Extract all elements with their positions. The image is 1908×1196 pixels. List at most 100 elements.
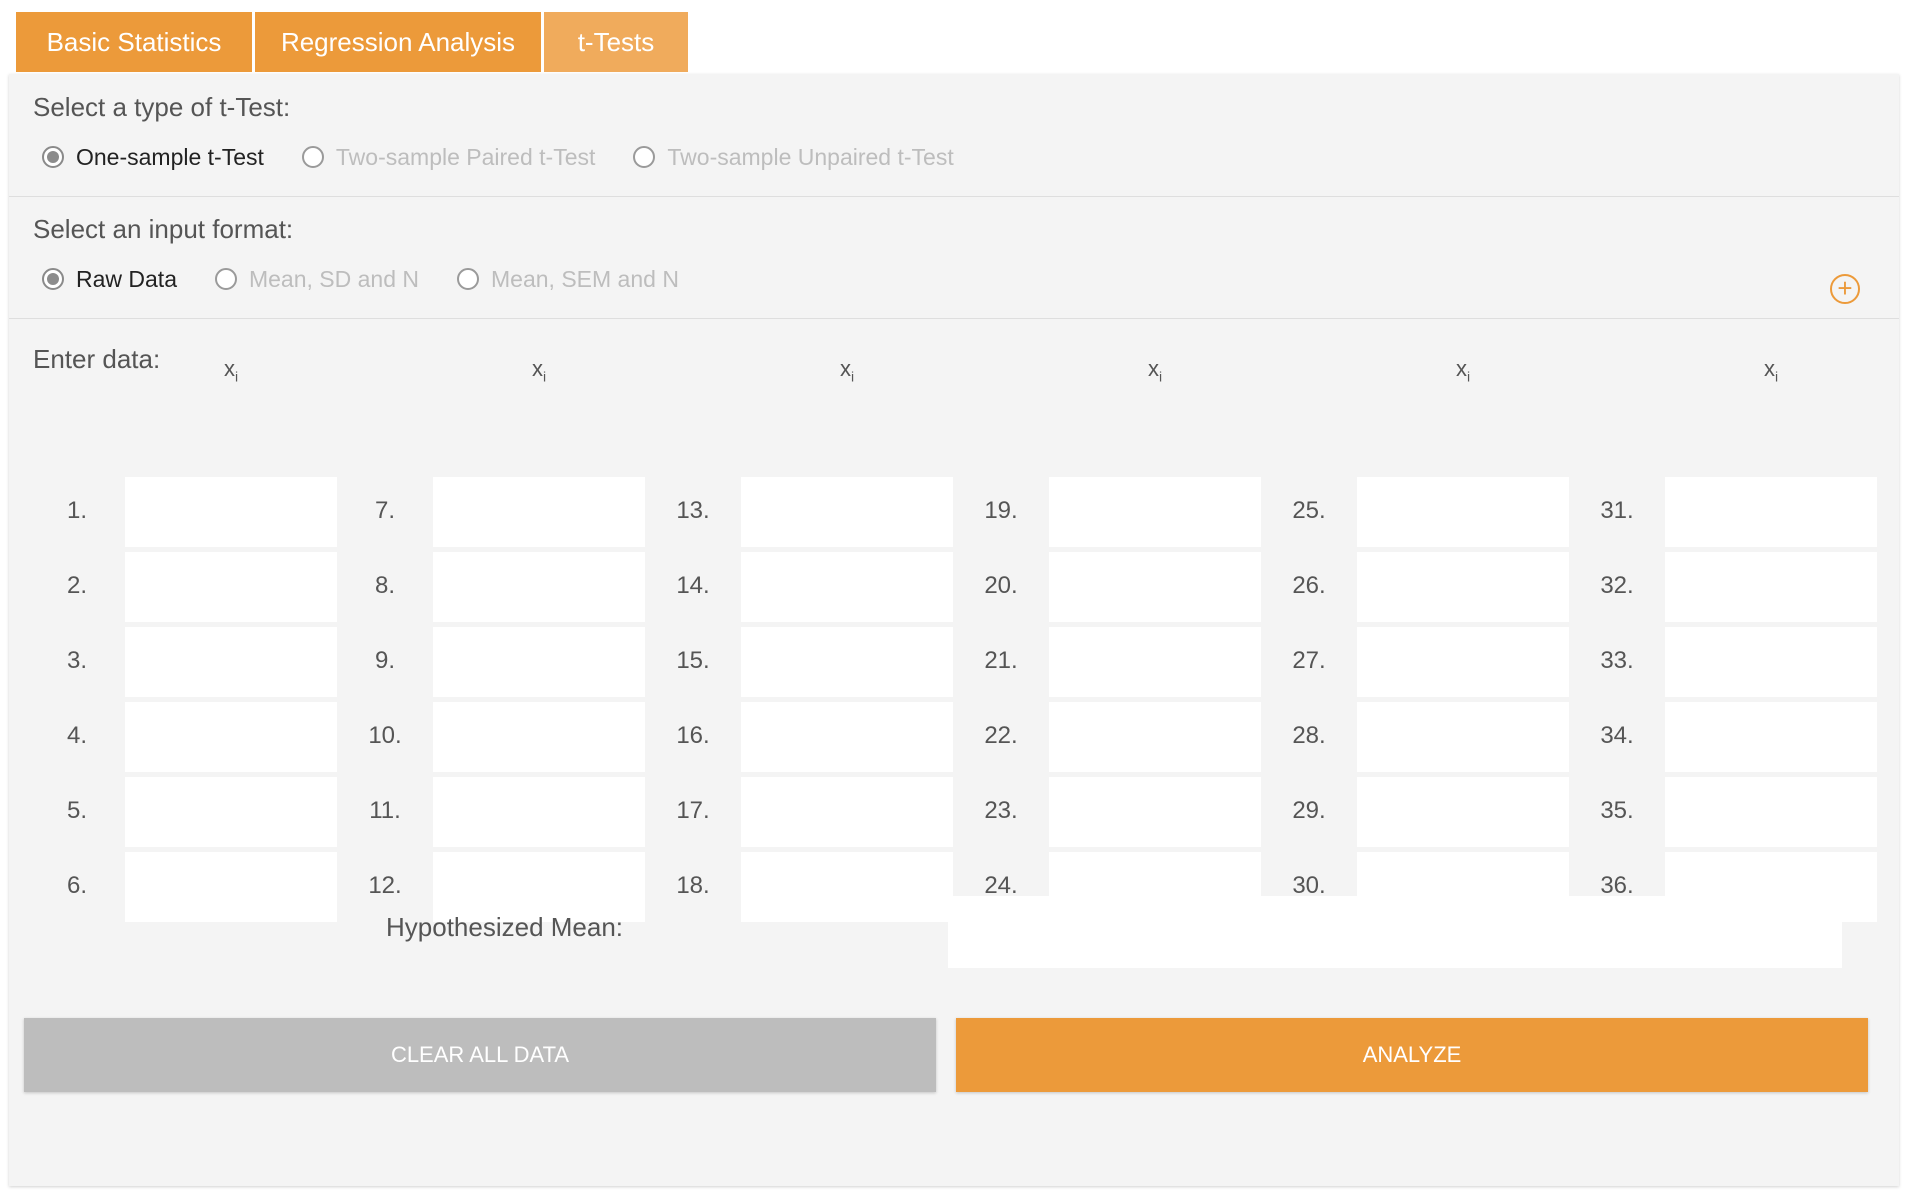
add-rows-icon[interactable]: + [1830,274,1860,304]
clear-all-data-button[interactable]: CLEAR ALL DATA [24,1018,936,1092]
data-input-cell[interactable] [1049,477,1261,547]
data-input-cell[interactable] [741,627,953,697]
radio-label: Two-sample Unpaired t-Test [667,143,954,170]
data-input-cell[interactable] [741,777,953,847]
hypothesized-mean-label: Hypothesized Mean: [386,912,624,942]
column-header-subscript: i [234,368,239,385]
analyze-button[interactable]: ANALYZE [956,1018,1868,1092]
column-header-xi: xi [1357,356,1569,384]
data-input-cell[interactable] [125,852,337,922]
data-input-cell[interactable] [125,552,337,622]
row-number: 11. [369,797,401,824]
row-number: 3. [66,647,87,674]
row-number: 18. [676,872,710,899]
data-input-cell[interactable] [1665,552,1877,622]
row-number: 28. [1292,722,1326,749]
column-header-subscript: i [542,368,547,385]
divider [9,196,1899,197]
data-input-cell[interactable] [125,627,337,697]
data-input-cell[interactable] [125,477,337,547]
radio-mean-sd-n[interactable]: Mean, SD and N [214,265,420,293]
data-input-cell[interactable] [1357,777,1569,847]
radio-checked-icon [42,268,64,290]
row-number: 33. [1600,647,1634,674]
data-input-cell[interactable] [1665,702,1877,772]
radio-one-sample[interactable]: One-sample t-Test [42,144,264,171]
column-header-x: x [1147,356,1159,381]
column-header-subscript: i [1774,368,1779,385]
column-header-x: x [839,356,851,381]
row-number: 34. [1600,722,1634,749]
row-number: 25. [1292,497,1326,524]
data-input-cell[interactable] [433,702,645,772]
data-input-cell[interactable] [125,702,337,772]
radio-unchecked-icon [301,146,324,168]
data-input-cell[interactable] [1357,477,1569,547]
data-input-cell[interactable] [433,777,645,847]
data-input-cell[interactable] [741,702,953,772]
radio-raw-data[interactable]: Raw Data [42,266,177,293]
data-input-cell[interactable] [741,552,953,622]
input-format-radio-group: Raw Data Mean, SD and N Mean, SEM and N [42,262,717,296]
row-number: 6. [66,872,87,899]
row-number: 5. [66,797,87,824]
input-format-label: Select an input format: [33,214,294,244]
column-header-x: x [531,356,543,381]
row-number: 12. [368,872,402,899]
test-type-radio-group: One-sample t-Test Two-sample Paired t-Te… [42,140,992,174]
column-header-x: x [223,356,235,381]
data-input-cell[interactable] [1049,777,1261,847]
row-number: 4. [66,722,87,749]
data-input-cell[interactable] [1049,702,1261,772]
data-input-cell[interactable] [1357,702,1569,772]
column-header-xi: xi [1665,356,1877,384]
hypothesized-mean-input[interactable] [948,896,1842,968]
tab-regression-analysis[interactable]: Regression Analysis [255,12,541,72]
data-input-cell[interactable] [1665,627,1877,697]
row-number: 2. [66,572,87,599]
column-header-subscript: i [1158,368,1163,385]
row-number: 26. [1292,572,1326,599]
data-input-cell[interactable] [1357,552,1569,622]
data-input-cell[interactable] [1665,777,1877,847]
row-number: 29. [1292,797,1326,824]
row-number: 21. [984,647,1018,674]
tab-basic-statistics[interactable]: Basic Statistics [16,12,252,72]
tab-bar: Basic Statistics Regression Analysis t-T… [16,12,691,72]
radio-two-sample-paired[interactable]: Two-sample Paired t-Test [301,143,596,171]
row-number: 35. [1600,797,1634,824]
test-type-label: Select a type of t-Test: [33,92,291,122]
data-input-cell[interactable] [1049,627,1261,697]
row-number: 22. [984,722,1018,749]
data-input-cell[interactable] [433,627,645,697]
column-header-xi: xi [741,356,953,384]
column-header-x: x [1455,356,1467,381]
tab-t-tests[interactable]: t-Tests [544,12,688,72]
radio-label: Mean, SD and N [248,265,420,292]
radio-checked-icon [42,146,64,168]
data-input-cell[interactable] [1357,627,1569,697]
radio-two-sample-unpaired[interactable]: Two-sample Unpaired t-Test [633,143,954,171]
row-number: 23. [984,797,1018,824]
data-input-cell[interactable] [741,477,953,547]
row-number: 16. [676,722,710,749]
data-input-cell[interactable] [125,777,337,847]
column-header-xi: xi [433,356,645,384]
radio-unchecked-icon [457,268,480,290]
radio-unchecked-icon [633,146,656,168]
data-input-cell[interactable] [1665,477,1877,547]
radio-label: Two-sample Paired t-Test [335,143,596,170]
row-number: 10. [368,722,402,749]
row-number: 31. [1600,497,1634,524]
data-input-cell[interactable] [433,477,645,547]
radio-mean-sem-n[interactable]: Mean, SEM and N [457,266,679,293]
data-input-cell[interactable] [1049,552,1261,622]
row-number: 13. [676,497,710,524]
row-number: 17. [676,797,710,824]
row-number: 15. [676,647,710,674]
data-input-cell[interactable] [741,852,953,922]
column-header-xi: xi [125,356,337,384]
data-input-cell[interactable] [433,552,645,622]
radio-label: Mean, SEM and N [491,265,679,292]
row-number: 19. [984,497,1018,524]
